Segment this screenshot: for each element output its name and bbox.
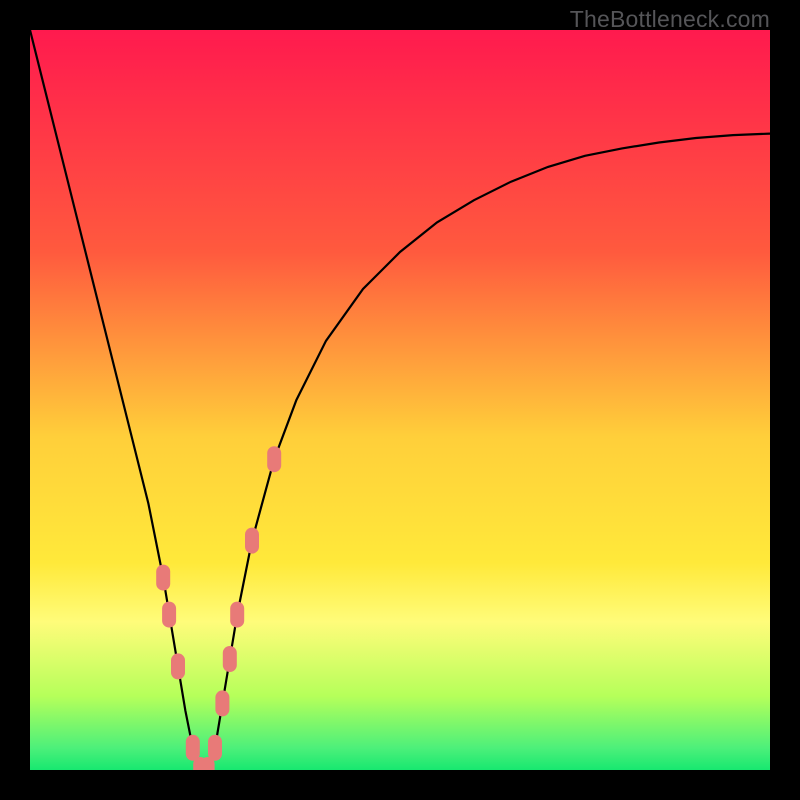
curve-marker — [267, 446, 281, 472]
curve-layer — [30, 30, 770, 770]
curve-marker — [230, 602, 244, 628]
curve-marker — [156, 565, 170, 591]
bottleneck-curve — [30, 30, 770, 770]
curve-marker — [171, 653, 185, 679]
curve-marker — [215, 690, 229, 716]
curve-marker — [186, 735, 200, 761]
curve-marker — [223, 646, 237, 672]
curve-marker — [208, 735, 222, 761]
plot-area — [30, 30, 770, 770]
curve-marker — [245, 528, 259, 554]
curve-marker — [162, 602, 176, 628]
chart-frame: TheBottleneck.com — [0, 0, 800, 800]
watermark-text: TheBottleneck.com — [570, 6, 770, 33]
